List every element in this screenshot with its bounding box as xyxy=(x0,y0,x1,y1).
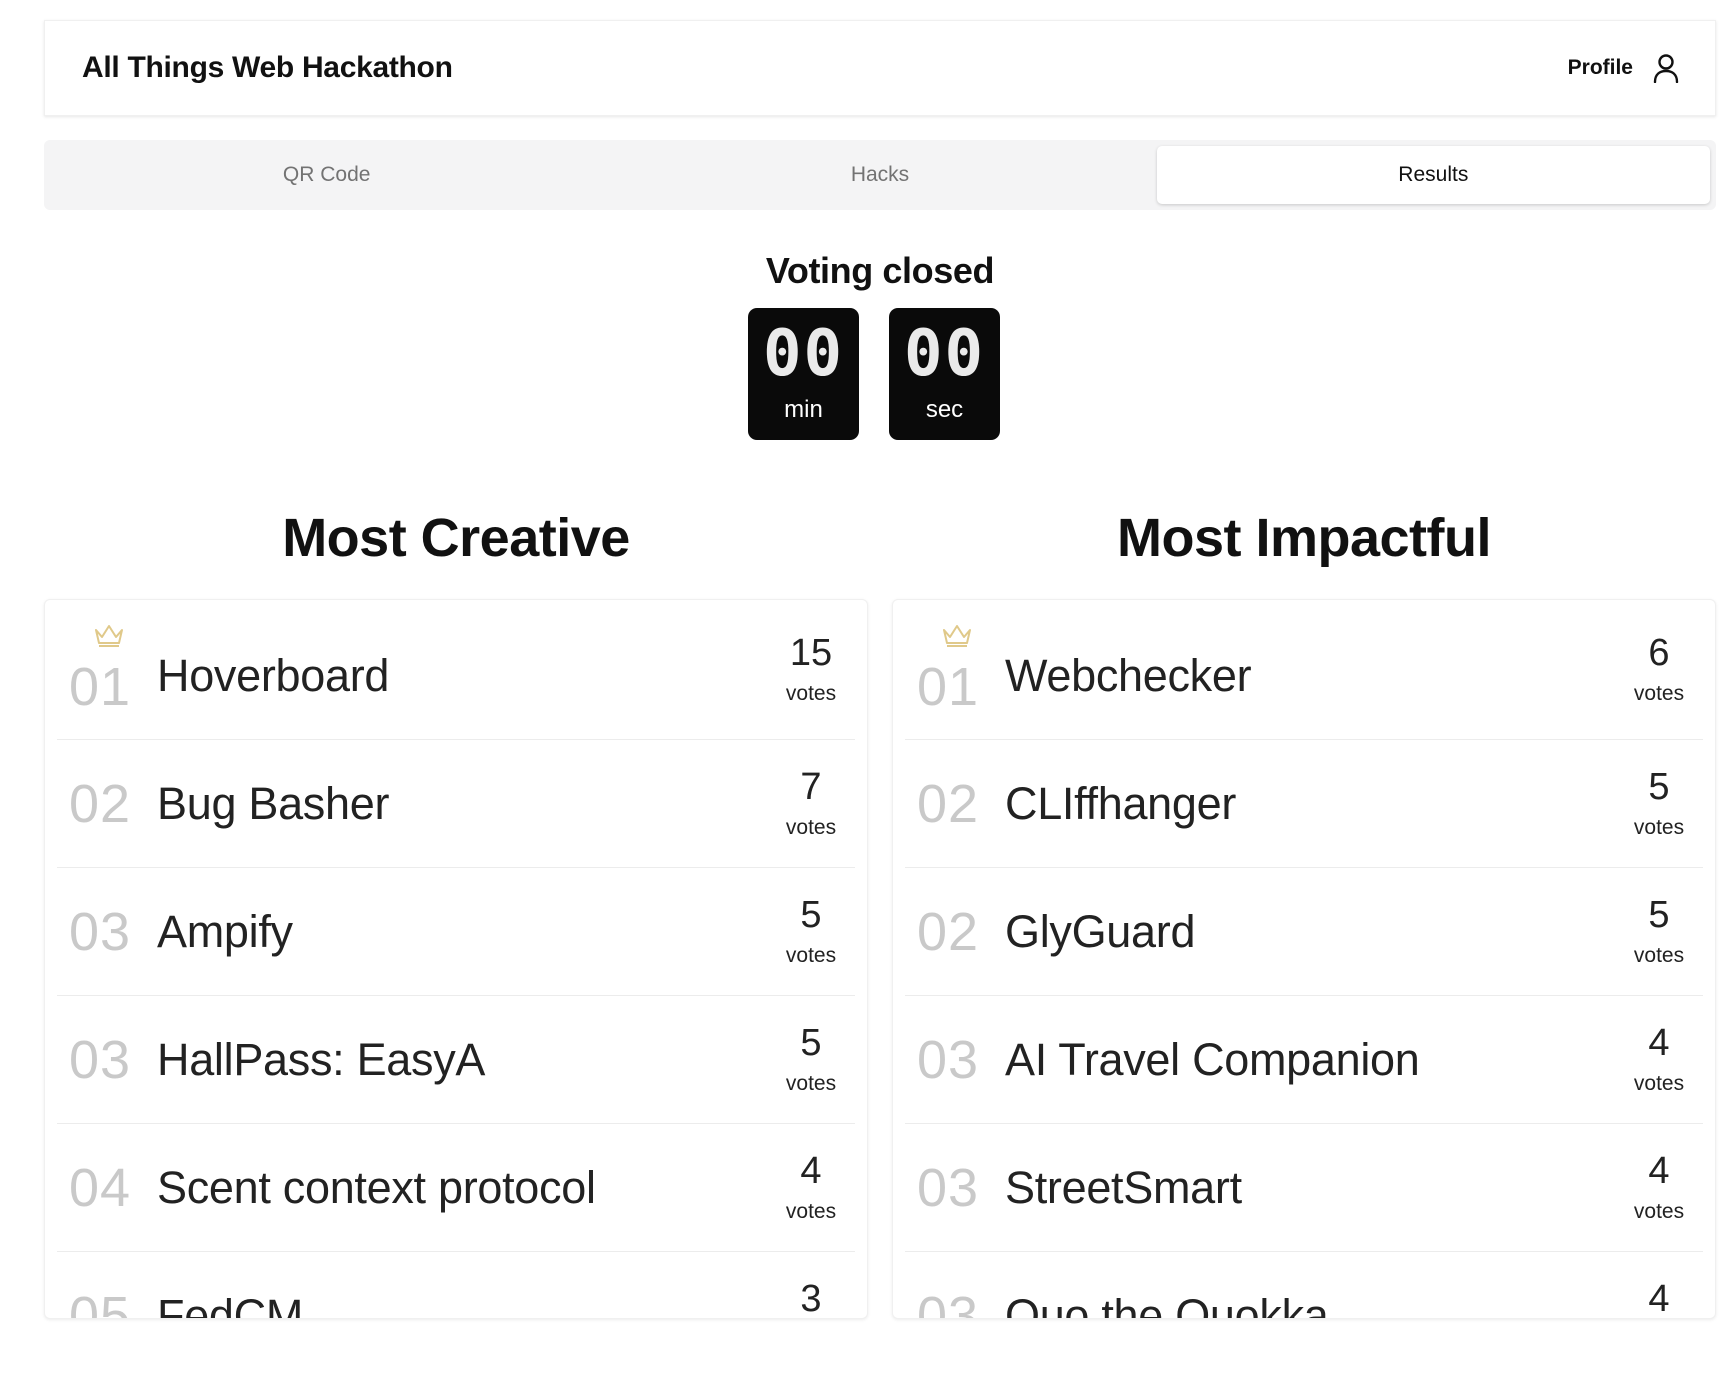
vote-count: 5 xyxy=(800,1021,822,1064)
voting-status: Voting closed xyxy=(765,250,995,291)
vote-tally: 5 votes xyxy=(1619,896,1699,968)
rank-number: 03 xyxy=(917,1285,980,1319)
vote-count: 7 xyxy=(800,765,822,808)
hack-name: HallPass: EasyA xyxy=(157,1034,486,1085)
rank-number: 03 xyxy=(69,1029,132,1090)
crown-icon xyxy=(93,622,125,648)
vote-tally: 3votes xyxy=(771,1277,851,1319)
vote-tally: 15 votes xyxy=(771,634,851,706)
seconds-box: 00 sec xyxy=(889,308,1000,440)
rank-number: 02 xyxy=(917,773,980,834)
vote-count: 4 xyxy=(1648,1149,1670,1192)
vote-label: votes xyxy=(1633,815,1685,839)
hack-name: GlyGuard xyxy=(1005,906,1196,957)
vote-count: 5 xyxy=(1648,765,1670,808)
rank-number: 04 xyxy=(69,1157,132,1218)
vote-count: 5 xyxy=(1648,893,1670,936)
leaderboard-row: 03 StreetSmart 4 votes xyxy=(905,1124,1703,1252)
rank-number: 03 xyxy=(917,1029,980,1090)
board-title: Most Impactful xyxy=(1116,508,1492,568)
page: All Things Web Hackathon Profile QR Code… xyxy=(0,0,1736,1386)
leaderboard-row: 01 Webchecker 6 votes xyxy=(905,600,1703,740)
vote-tally: 4votes xyxy=(1619,1277,1699,1319)
hack-name: StreetSmart xyxy=(1005,1162,1242,1213)
hack-name: FedCM xyxy=(157,1290,304,1319)
leaderboard-row: 01 Hoverboard 15 votes xyxy=(57,600,855,740)
vote-label: votes xyxy=(1633,1071,1685,1095)
hack-name: Quo the Quokka xyxy=(1005,1290,1329,1319)
vote-count: 5 xyxy=(800,893,822,936)
vote-count: 4 xyxy=(1648,1021,1670,1064)
minutes-box: 00 min xyxy=(748,308,859,440)
vote-count: 4 xyxy=(1648,1277,1670,1319)
crown-icon xyxy=(941,622,973,648)
tab-bar: QR Code Hacks Results xyxy=(44,140,1716,210)
leaderboard-row: 05 FedCM 3votes xyxy=(57,1252,855,1319)
leaderboard-row: 03 HallPass: EasyA 5 votes xyxy=(57,996,855,1124)
vote-label: votes xyxy=(785,943,837,967)
leaderboard-row: 02 Bug Basher 7 votes xyxy=(57,740,855,868)
rank-number: 05 xyxy=(69,1285,132,1319)
app-header: All Things Web Hackathon Profile xyxy=(44,20,1716,116)
rank-number: 01 xyxy=(917,656,980,717)
vote-tally: 4 votes xyxy=(771,1152,851,1224)
tab-results[interactable]: Results xyxy=(1156,146,1710,204)
tab-qr-code[interactable]: QR Code xyxy=(50,146,603,204)
hack-name: Bug Basher xyxy=(157,778,390,829)
tab-hacks[interactable]: Hacks xyxy=(603,146,1156,204)
vote-label: votes xyxy=(785,815,837,839)
hack-name: AI Travel Companion xyxy=(1005,1034,1420,1085)
rank-number: 03 xyxy=(69,901,132,962)
vote-label: votes xyxy=(1633,681,1685,705)
app-title: All Things Web Hackathon xyxy=(82,51,453,84)
vote-tally: 5 votes xyxy=(771,1024,851,1096)
minutes-value: 00 xyxy=(762,317,845,391)
vote-count: 3 xyxy=(800,1277,822,1319)
board-most-impactful: Most Impactful 01 Webchecker 6 votes 02 CLIff… xyxy=(892,506,1716,1319)
countdown-timer: 00 min 00 sec xyxy=(32,308,1716,440)
profile-label: Profile xyxy=(1567,56,1633,79)
vote-tally: 7 votes xyxy=(771,768,851,840)
leaderboard-row: 02 CLIffhanger 5 votes xyxy=(905,740,1703,868)
rank-number: 02 xyxy=(917,901,980,962)
leaderboard-list: 01 Webchecker 6 votes 02 CLIffhanger 5 votes 02 G… xyxy=(892,599,1716,1319)
hack-name: Scent context protocol xyxy=(157,1162,596,1213)
hack-name: Hoverboard xyxy=(157,650,390,701)
vote-label: votes xyxy=(785,1071,837,1095)
profile-button[interactable]: Profile xyxy=(1568,53,1679,83)
vote-label: votes xyxy=(1633,1199,1685,1223)
leaderboard-row: 04 Scent context protocol 4 votes xyxy=(57,1124,855,1252)
board-most-creative: Most Creative 01 Hoverboard 15 votes 02 Bug B… xyxy=(44,506,868,1319)
rank-number: 03 xyxy=(917,1157,980,1218)
vote-label: votes xyxy=(1633,943,1685,967)
rank-number: 01 xyxy=(69,656,132,717)
vote-count: 6 xyxy=(1648,631,1670,674)
vote-tally: 4 votes xyxy=(1619,1024,1699,1096)
seconds-label: sec xyxy=(925,396,964,423)
board-title: Most Creative xyxy=(282,508,630,568)
vote-tally: 5 votes xyxy=(1619,768,1699,840)
hack-name: Webchecker xyxy=(1005,650,1252,701)
leaderboard-row: 02 GlyGuard 5 votes xyxy=(905,868,1703,996)
leaderboards: Most Creative 01 Hoverboard 15 votes 02 Bug B… xyxy=(44,506,1716,1319)
vote-label: votes xyxy=(785,681,837,705)
hack-name: CLIffhanger xyxy=(1005,778,1237,829)
leaderboard-row: 03 AI Travel Companion 4 votes xyxy=(905,996,1703,1124)
seconds-value: 00 xyxy=(903,317,986,391)
hack-name: Ampify xyxy=(157,906,293,957)
vote-count: 15 xyxy=(789,631,833,674)
vote-count: 4 xyxy=(800,1149,822,1192)
rank-number: 02 xyxy=(69,773,132,834)
leaderboard-row: 03 Ampify 5 votes xyxy=(57,868,855,996)
vote-label: votes xyxy=(785,1199,837,1223)
leaderboard-list: 01 Hoverboard 15 votes 02 Bug Basher 7 votes 03 A… xyxy=(44,599,868,1319)
vote-tally: 4 votes xyxy=(1619,1152,1699,1224)
user-icon xyxy=(1653,53,1679,83)
vote-tally: 6 votes xyxy=(1619,634,1699,706)
vote-tally: 5 votes xyxy=(771,896,851,968)
minutes-label: min xyxy=(784,396,823,423)
leaderboard-row: 03 Quo the Quokka 4votes xyxy=(905,1252,1703,1319)
